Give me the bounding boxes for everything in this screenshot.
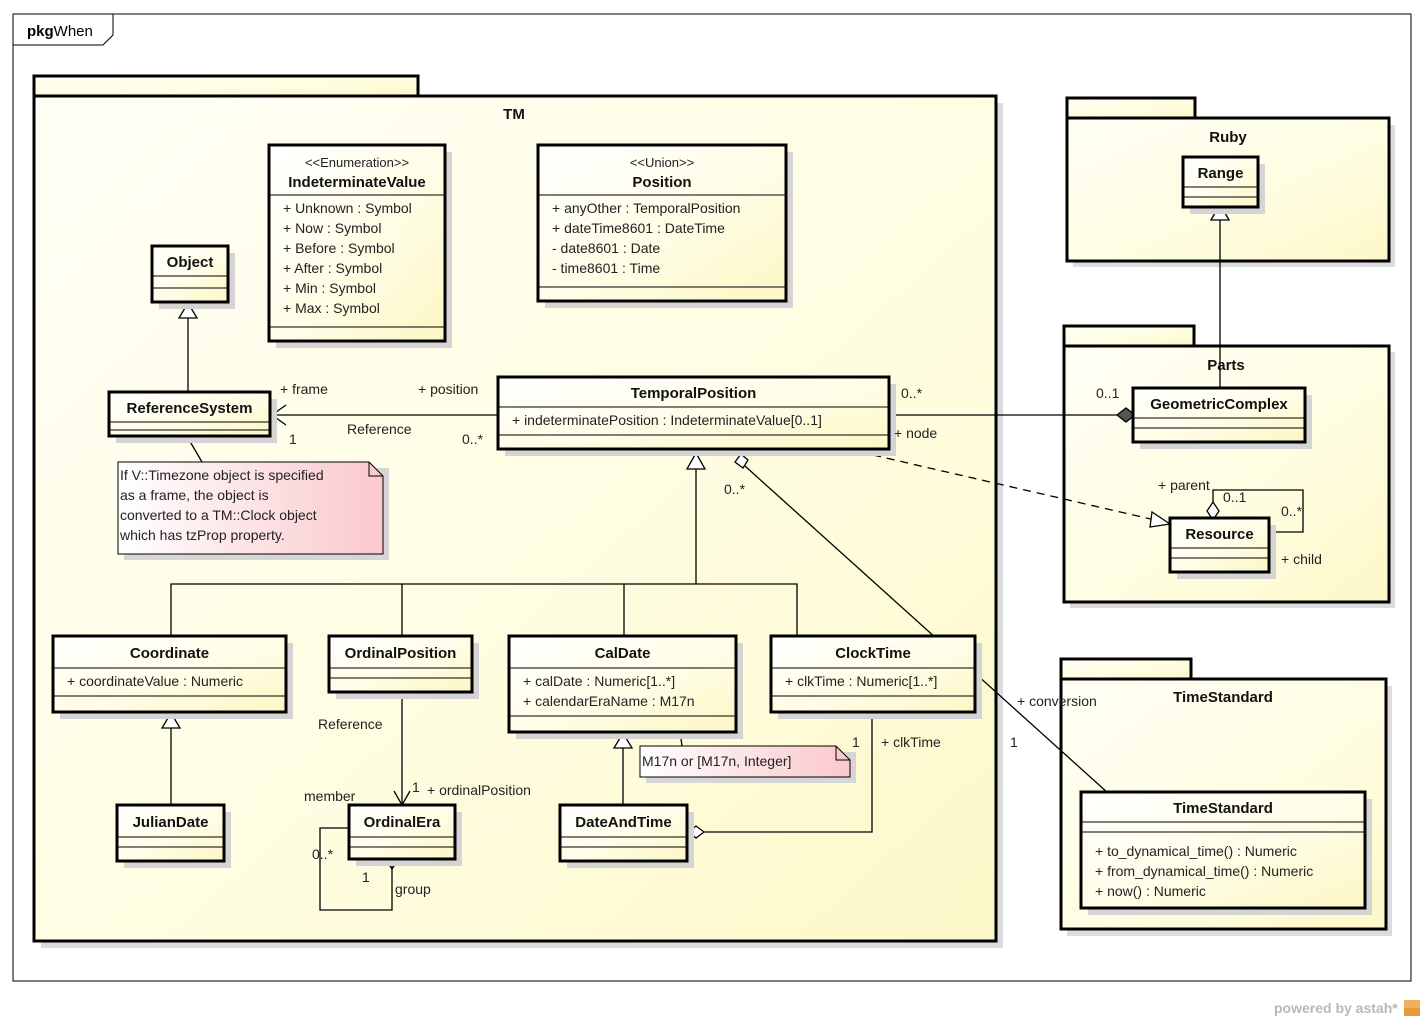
package-ruby-name: Ruby — [1209, 129, 1247, 146]
class-ordinal-era[interactable]: OrdinalEra — [347, 803, 462, 866]
class-attribute: + After : Symbol — [283, 260, 382, 276]
multiplicity-clktime: 1 — [852, 734, 860, 750]
role-ordinal-position: + ordinalPosition — [427, 782, 531, 798]
class-name: Range — [1198, 165, 1244, 182]
class-attribute: + clkTime : Numeric[1..*] — [785, 673, 937, 689]
class-name: TimeStandard — [1173, 800, 1273, 817]
role-group: group — [395, 881, 431, 897]
class-operation: + now() : Numeric — [1095, 883, 1206, 899]
class-stereotype: <<Enumeration>> — [305, 155, 409, 170]
class-name: TemporalPosition — [631, 385, 757, 402]
class-reference-system[interactable]: ReferenceSystem — [107, 390, 277, 443]
class-name: ClockTime — [835, 645, 911, 662]
class-name: DateAndTime — [575, 814, 671, 831]
class-stereotype: <<Union>> — [630, 155, 694, 170]
class-attribute: + dateTime8601 : DateTime — [552, 220, 725, 236]
class-name: Position — [632, 174, 691, 191]
note-m17n[interactable]: M17n or [M17n, Integer] — [639, 745, 856, 783]
role-clktime: + clkTime — [881, 734, 941, 750]
multiplicity-child: 0..* — [1281, 503, 1303, 519]
class-name: IndeterminateValue — [288, 174, 426, 191]
class-name: OrdinalPosition — [345, 645, 457, 662]
note-timezone-line: converted to a TM::Clock object — [120, 507, 317, 523]
class-name: Object — [167, 254, 214, 271]
role-frame: + frame — [280, 381, 328, 397]
class-attribute: + anyOther : TemporalPosition — [552, 200, 740, 216]
class-name: CalDate — [595, 645, 651, 662]
class-range[interactable]: Range — [1181, 155, 1265, 214]
class-attribute: + Before : Symbol — [283, 240, 395, 256]
role-position: + position — [418, 381, 478, 397]
class-name: Resource — [1185, 526, 1253, 543]
note-timezone-line: as a frame, the object is — [120, 487, 269, 503]
package-tm-name: TM — [503, 106, 525, 123]
class-attribute: + coordinateValue : Numeric — [67, 673, 243, 689]
class-cal-date[interactable]: CalDate + calDate : Numeric[1..*] + calend… — [507, 634, 743, 739]
note-timezone-line: which has tzProp property. — [119, 527, 285, 543]
class-operation: + from_dynamical_time() : Numeric — [1095, 863, 1313, 879]
class-indeterminate-value[interactable]: <<Enumeration>> IndeterminateValue + Unkno… — [267, 143, 452, 348]
frame-title: pkgWhen — [27, 23, 93, 40]
class-name: ReferenceSystem — [127, 400, 253, 417]
class-time-standard[interactable]: TimeStandard + to_dynamical_time() : Nume… — [1079, 790, 1372, 915]
class-geometric-complex[interactable]: GeometricComplex — [1131, 386, 1312, 449]
class-attribute: + Now : Symbol — [283, 220, 381, 236]
multiplicity-position: 0..* — [462, 431, 484, 447]
role-parent: + parent — [1158, 477, 1210, 493]
class-temporal-position[interactable]: TemporalPosition + indeterminatePosition … — [496, 375, 896, 456]
multiplicity-geometric-complex: 0..1 — [1096, 385, 1120, 401]
multiplicity-conversion: 1 — [1010, 734, 1018, 750]
package-parts-name: Parts — [1207, 357, 1245, 374]
class-attribute: + Unknown : Symbol — [283, 200, 412, 216]
multiplicity-ordinal-position: 1 — [412, 779, 420, 795]
powered-by-watermark: powered by astah* — [1274, 1000, 1420, 1016]
class-attribute: + calDate : Numeric[1..*] — [523, 673, 675, 689]
class-attribute: - time8601 : Time — [552, 260, 660, 276]
role-conversion: + conversion — [1017, 693, 1097, 709]
class-julian-date[interactable]: JulianDate — [115, 803, 231, 868]
class-name: OrdinalEra — [364, 814, 441, 831]
uml-diagram-canvas: pkgWhen TM Ruby Parts TimeStandard <<Enu… — [12, 13, 1420, 1016]
class-coordinate[interactable]: Coordinate + coordinateValue : Numeric — [51, 634, 293, 719]
role-child: + child — [1281, 551, 1322, 567]
class-name: Coordinate — [130, 645, 209, 662]
class-object[interactable]: Object — [150, 244, 235, 309]
class-name: JulianDate — [133, 814, 209, 831]
multiplicity-tp-aggregation: 0..* — [724, 481, 746, 497]
class-attribute: + Min : Symbol — [283, 280, 376, 296]
role-node: + node — [894, 425, 937, 441]
class-attribute: + indeterminatePosition : IndeterminateV… — [512, 412, 822, 428]
multiplicity-member: 0..* — [312, 846, 334, 862]
multiplicity-group: 1 — [362, 869, 370, 885]
class-resource[interactable]: Resource — [1168, 516, 1276, 579]
multiplicity-parent: 0..1 — [1223, 489, 1247, 505]
astah-logo-icon — [1404, 1000, 1420, 1016]
multiplicity-node: 0..* — [901, 385, 923, 401]
association-name-reference: Reference — [347, 421, 412, 437]
association-name-ordinal-reference: Reference — [318, 716, 383, 732]
class-attribute: + calendarEraName : M17n — [523, 693, 695, 709]
class-position[interactable]: <<Union>> Position + anyOther : TemporalPo… — [536, 143, 793, 308]
role-member: member — [304, 788, 356, 804]
class-name: GeometricComplex — [1150, 396, 1288, 413]
class-attribute: + Max : Symbol — [283, 300, 380, 316]
note-m17n-text: M17n or [M17n, Integer] — [642, 753, 791, 769]
powered-by-text: powered by astah* — [1274, 1000, 1398, 1016]
class-attribute: - date8601 : Date — [552, 240, 660, 256]
package-time-standard-name: TimeStandard — [1173, 689, 1273, 706]
note-timezone[interactable]: If V::Timezone object is specified as a … — [117, 461, 389, 560]
class-ordinal-position[interactable]: OrdinalPosition — [327, 634, 479, 699]
class-operation: + to_dynamical_time() : Numeric — [1095, 843, 1297, 859]
class-clock-time[interactable]: ClockTime + clkTime : Numeric[1..*] — [769, 634, 982, 719]
class-date-and-time[interactable]: DateAndTime — [558, 803, 694, 868]
note-timezone-line: If V::Timezone object is specified — [120, 467, 324, 483]
multiplicity-frame: 1 — [289, 431, 297, 447]
